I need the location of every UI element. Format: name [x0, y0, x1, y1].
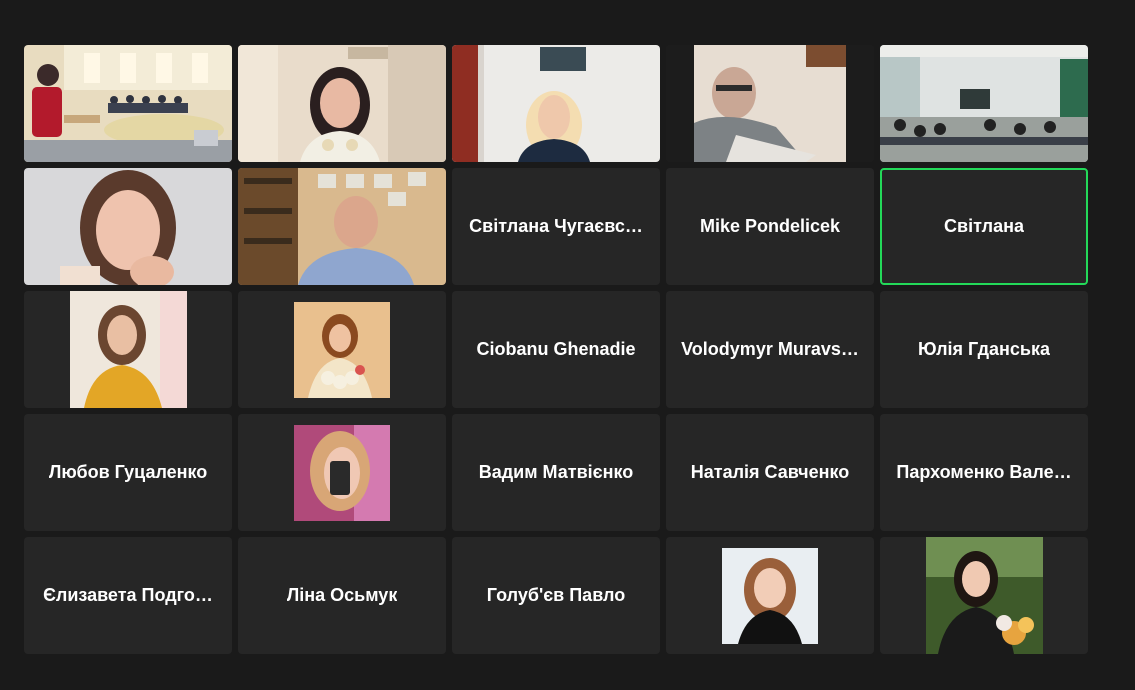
participant-name-tile[interactable]: Вадим Матвієнко: [452, 414, 660, 531]
video-feed-man-office: [238, 168, 446, 285]
participant-name: Любов Гуцаленко: [48, 462, 208, 482]
participant-name-tile[interactable]: Mike Pondelicek: [666, 168, 874, 285]
avatar-photo: [294, 301, 390, 398]
participant-avatar-tile[interactable]: [24, 291, 232, 408]
participant-name-tile[interactable]: Світлана Чугаєвс…: [452, 168, 660, 285]
participant-grid: Світлана Чугаєвс… Mike Pondelicek Світла…: [24, 45, 1088, 654]
video-feed-blonde-woman: [452, 45, 660, 162]
participant-name: Вадим Матвієнко: [478, 462, 634, 482]
participant-name: Mike Pondelicek: [699, 216, 841, 236]
participant-name-tile[interactable]: Єлизавета Подго…: [24, 537, 232, 654]
video-feed-woman: [238, 45, 446, 162]
participant-name: Volodymyr Muravs…: [681, 339, 859, 359]
participant-name-tile[interactable]: Любов Гуцаленко: [24, 414, 232, 531]
video-feed-classroom: [880, 45, 1088, 162]
participant-name: Пархоменко Вале…: [896, 462, 1072, 482]
participant-video-tile[interactable]: [238, 45, 446, 162]
meeting-gallery-view: Світлана Чугаєвс… Mike Pondelicek Світла…: [0, 0, 1135, 690]
participant-name-tile[interactable]: Ліна Осьмук: [238, 537, 446, 654]
participant-name: Ліна Осьмук: [286, 585, 398, 605]
avatar-photo: [294, 424, 390, 521]
participant-name: Світлана Чугаєвс…: [469, 216, 643, 236]
video-feed-woman-resting-chin: [24, 168, 232, 285]
participant-name-tile[interactable]: Юлія Гданська: [880, 291, 1088, 408]
participant-avatar-tile[interactable]: [666, 537, 874, 654]
participant-name-tile[interactable]: Volodymyr Muravs…: [666, 291, 874, 408]
participant-name-tile[interactable]: Наталія Савченко: [666, 414, 874, 531]
participant-video-tile[interactable]: [880, 45, 1088, 162]
participant-name-tile[interactable]: Голуб'єв Павло: [452, 537, 660, 654]
active-speaker-tile[interactable]: Світлана: [880, 168, 1088, 285]
participant-name: Єлизавета Подго…: [43, 585, 213, 605]
participant-video-tile[interactable]: [24, 168, 232, 285]
video-feed-older-man: [666, 45, 874, 162]
participant-video-tile[interactable]: [24, 45, 232, 162]
participant-name: Голуб'єв Павло: [486, 585, 626, 605]
avatar-photo: [925, 537, 1043, 654]
participant-avatar-tile[interactable]: [238, 414, 446, 531]
participant-video-tile[interactable]: [238, 168, 446, 285]
participant-name: Світлана: [944, 216, 1024, 236]
participant-video-tile[interactable]: [452, 45, 660, 162]
participant-name: Наталія Савченко: [690, 462, 850, 482]
participant-name-tile[interactable]: Ciobanu Ghenadie: [452, 291, 660, 408]
participant-video-tile[interactable]: [666, 45, 874, 162]
participant-name-tile[interactable]: Пархоменко Вале…: [880, 414, 1088, 531]
avatar-photo: [722, 547, 818, 644]
avatar-photo: [69, 291, 187, 408]
participant-name: Ciobanu Ghenadie: [476, 339, 636, 359]
participant-avatar-tile[interactable]: [880, 537, 1088, 654]
participant-name: Юлія Гданська: [918, 339, 1050, 359]
video-feed-conference-room: [24, 45, 232, 162]
participant-avatar-tile[interactable]: [238, 291, 446, 408]
